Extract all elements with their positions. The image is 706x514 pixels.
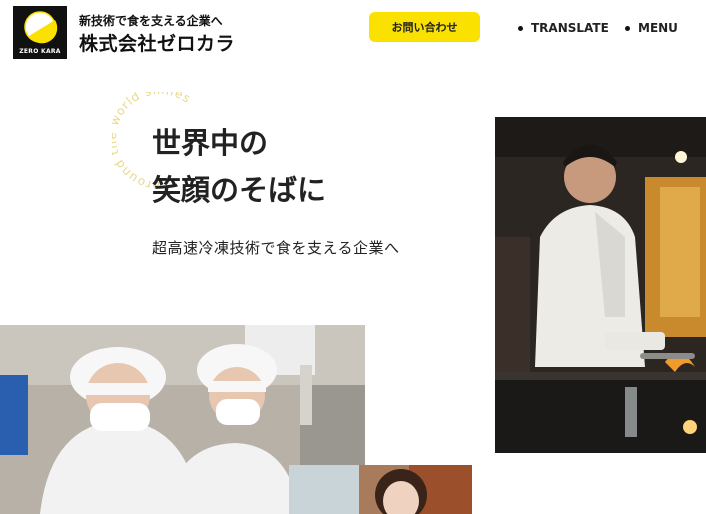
- hero-headline: 世界中の 笑顔のそばに: [152, 120, 326, 214]
- company-name[interactable]: 株式会社ゼロカラ: [79, 29, 235, 56]
- logo-text: ZERO KARA: [19, 48, 61, 55]
- headline-line-1: 世界中の: [152, 126, 269, 160]
- translate-link[interactable]: TRANSLATE: [518, 21, 609, 35]
- company-logo[interactable]: ZERO KARA: [13, 6, 67, 59]
- bullet-icon: [518, 25, 523, 31]
- customer-photo: [289, 465, 472, 514]
- menu-label: MENU: [638, 21, 678, 35]
- translate-label: TRANSLATE: [531, 21, 609, 35]
- chef-photo: [495, 117, 706, 453]
- menu-button[interactable]: MENU: [625, 21, 678, 35]
- headline-line-2: 笑顔のそばに: [152, 173, 327, 207]
- site-tagline: 新技術で食を支える企業へ: [79, 14, 223, 28]
- bullet-icon: [625, 25, 630, 31]
- contact-button[interactable]: お問い合わせ: [369, 12, 480, 42]
- hero-subheadline: 超高速冷凍技術で食を支える企業へ: [152, 239, 400, 257]
